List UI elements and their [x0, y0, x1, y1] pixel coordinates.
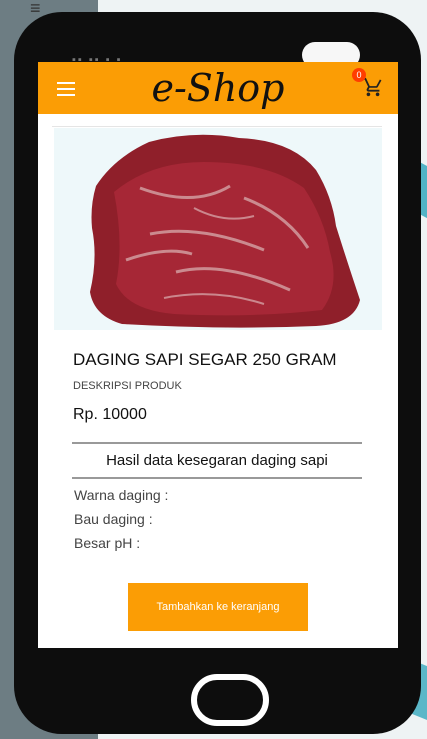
divider [72, 477, 362, 479]
freshness-title: Hasil data kesegaran daging sapi [106, 452, 328, 469]
product-image [54, 128, 382, 330]
home-button[interactable] [191, 674, 269, 726]
card-divider [52, 126, 382, 127]
meat-color-label: Warna daging : [74, 487, 169, 503]
cart-icon [362, 77, 382, 97]
product-description-label: DESKRIPSI PRODUK [73, 380, 182, 392]
app-bar: e-Shop 0 [38, 62, 398, 114]
app-screen: e-Shop 0 DAGING SAPI SEGAR 250 GRAM DESK… [38, 62, 398, 648]
product-name: DAGING SAPI SEGAR 250 GRAM [73, 350, 337, 369]
cart-count-badge: 0 [352, 68, 366, 82]
ph-label: Besar pH : [74, 535, 141, 551]
product-price: Rp. 10000 [73, 406, 147, 423]
meat-smell-label: Bau daging : [74, 511, 153, 527]
cart-button[interactable]: 0 [352, 68, 384, 98]
add-to-cart-button[interactable]: Tambahkan ke keranjang [128, 583, 308, 631]
brand-logo: e-Shop [151, 66, 285, 110]
divider [72, 442, 362, 444]
